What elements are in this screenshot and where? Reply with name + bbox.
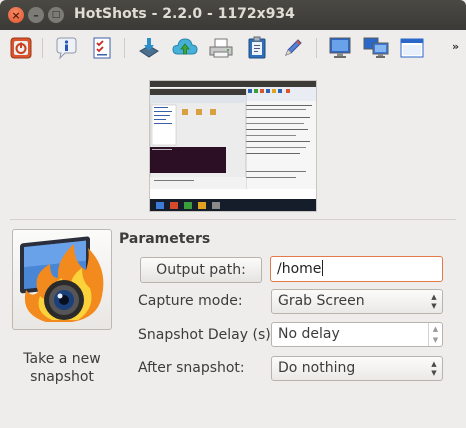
updown-arrows-icon: ▲ ▼ (431, 293, 437, 310)
monitor-icon (329, 37, 351, 58)
pencil-icon (285, 39, 302, 56)
spin-arrows-icon[interactable]: ▲ ▼ (428, 323, 442, 346)
clipboard-icon (248, 36, 266, 59)
snapshot-delay-value: No delay (278, 326, 340, 342)
print-button[interactable] (208, 35, 234, 61)
edit-button[interactable] (280, 35, 306, 61)
capture-mode-value: Grab Screen (278, 293, 365, 309)
after-snapshot-combobox[interactable]: Do nothing ▲ ▼ (271, 356, 443, 381)
maximize-icon: □ (51, 9, 61, 20)
capture-window-button[interactable] (399, 35, 425, 61)
window-title: HotShots - 2.2.0 - 1172x934 (74, 6, 295, 22)
toolbar: » (0, 30, 466, 66)
output-path-input[interactable]: /home (270, 256, 443, 282)
minimize-window-button[interactable]: – (28, 7, 44, 23)
import-button[interactable] (136, 35, 162, 61)
title-bar: × – □ HotShots - 2.2.0 - 1172x934 (0, 0, 466, 30)
snapshot-thumbnail (150, 81, 316, 211)
capture-mode-label: Capture mode: (138, 293, 243, 309)
close-icon: × (11, 8, 21, 22)
updown-arrows-icon: ▲ ▼ (431, 360, 437, 377)
preferences-button[interactable] (89, 35, 115, 61)
toolbar-separator (316, 38, 317, 58)
hotshots-camera-flame-icon (20, 236, 104, 322)
upload-button[interactable] (172, 35, 198, 61)
maximize-window-button[interactable]: □ (48, 7, 64, 23)
about-button[interactable] (53, 35, 79, 61)
after-snapshot-value: Do nothing (278, 360, 356, 376)
copy-to-clipboard-button[interactable] (244, 35, 270, 61)
snapshot-delay-spinbox[interactable]: No delay ▲ ▼ (271, 322, 443, 347)
info-icon (56, 37, 77, 60)
toolbar-separator (42, 38, 43, 58)
toolbar-separator (124, 38, 125, 58)
take-snapshot-label: Take a new snapshot (23, 351, 101, 385)
capture-all-screens-button[interactable] (363, 35, 389, 61)
printer-icon (209, 38, 233, 58)
text-cursor (322, 260, 324, 276)
take-snapshot-button[interactable] (12, 229, 112, 330)
upload-cloud-icon (172, 38, 198, 55)
checklist-icon (93, 37, 111, 59)
parameters-heading: Parameters (119, 231, 211, 247)
capture-screen-button[interactable] (327, 35, 353, 61)
snapshot-delay-label: Snapshot Delay (s): (138, 327, 276, 343)
power-icon (10, 37, 32, 59)
toolbar-overflow-button[interactable]: » (452, 40, 459, 53)
window-icon (400, 38, 424, 58)
import-icon (139, 38, 159, 58)
multi-monitor-icon (363, 37, 389, 58)
section-divider (10, 219, 456, 220)
close-window-button[interactable]: × (8, 7, 24, 23)
minimize-icon: – (33, 8, 39, 22)
quit-button[interactable] (8, 35, 34, 61)
output-path-button[interactable]: Output path: (140, 257, 262, 283)
output-path-value: /home (277, 261, 322, 277)
after-snapshot-label: After snapshot: (138, 360, 245, 376)
capture-mode-combobox[interactable]: Grab Screen ▲ ▼ (271, 289, 443, 314)
snapshot-preview[interactable] (149, 80, 317, 212)
